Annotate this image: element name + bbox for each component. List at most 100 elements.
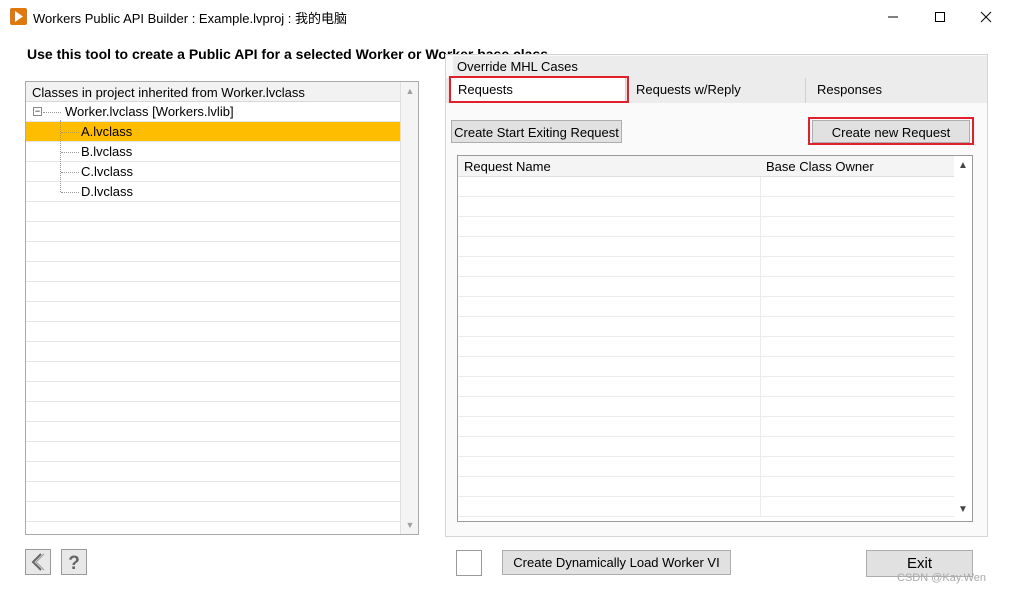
request-table-scrollbar[interactable]: ▲ ▼ [954, 156, 972, 521]
tree-empty-row [26, 302, 400, 322]
column-divider [760, 257, 761, 277]
back-button[interactable] [25, 549, 51, 575]
tab-requests[interactable]: Requests [452, 78, 626, 103]
tree-empty-row [26, 382, 400, 402]
tree-item-label: Worker.lvclass [Workers.lvlib] [65, 104, 234, 119]
tree-connector [61, 152, 79, 153]
column-divider [760, 497, 761, 517]
tree-item-label: C.lvclass [81, 164, 134, 179]
minimize-button[interactable] [870, 0, 916, 33]
column-divider [760, 177, 761, 197]
collapse-icon[interactable]: − [33, 107, 42, 116]
tree-vertical-connector [60, 120, 61, 192]
column-base-class-owner[interactable]: Base Class Owner [766, 159, 874, 174]
tree-empty-row [26, 222, 400, 242]
table-row[interactable] [458, 317, 954, 337]
column-divider [760, 297, 761, 317]
class-tree[interactable]: Classes in project inherited from Worker… [25, 81, 419, 535]
request-table[interactable]: Request Name Base Class Owner ▲ ▼ [457, 155, 973, 522]
tree-empty-row [26, 242, 400, 262]
table-row[interactable] [458, 377, 954, 397]
table-row[interactable] [458, 477, 954, 497]
table-row[interactable] [458, 437, 954, 457]
scroll-up-icon[interactable]: ▲ [957, 160, 969, 172]
tree-empty-row [26, 402, 400, 422]
column-divider [760, 337, 761, 357]
table-row[interactable] [458, 257, 954, 277]
class-tree-rows: − Worker.lvclass [Workers.lvlib] A.lvcla… [26, 102, 400, 522]
tree-empty-row [26, 202, 400, 222]
close-button[interactable] [963, 0, 1009, 33]
tree-item-root[interactable]: − Worker.lvclass [Workers.lvlib] [26, 102, 400, 122]
tree-empty-row [26, 502, 400, 522]
tree-item-label: B.lvclass [81, 144, 133, 159]
table-row[interactable] [458, 277, 954, 297]
tree-connector [61, 132, 79, 133]
labview-run-icon [10, 8, 27, 25]
request-table-header: Request Name Base Class Owner [458, 156, 954, 177]
scroll-down-icon[interactable]: ▼ [404, 519, 416, 531]
table-row[interactable] [458, 357, 954, 377]
tree-connector [43, 112, 61, 113]
table-row[interactable] [458, 297, 954, 317]
tab-strip: Requests Requests w/Reply Responses [446, 78, 987, 103]
column-divider [760, 477, 761, 497]
tree-empty-row [26, 422, 400, 442]
scroll-down-icon[interactable]: ▼ [957, 504, 969, 516]
tree-item-d[interactable]: D.lvclass [26, 182, 400, 202]
column-divider [760, 457, 761, 477]
window-title: Workers Public API Builder : Example.lvp… [33, 11, 348, 26]
close-icon [980, 11, 992, 22]
column-divider [760, 277, 761, 297]
column-divider [760, 377, 761, 397]
svg-text:?: ? [68, 553, 80, 572]
class-tree-scrollbar[interactable]: ▲ ▼ [400, 82, 418, 534]
title-bar: Workers Public API Builder : Example.lvp… [0, 0, 1010, 33]
table-row[interactable] [458, 197, 954, 217]
minimize-icon [888, 16, 898, 17]
column-divider [760, 357, 761, 377]
help-question-icon: ? [68, 553, 80, 572]
table-row[interactable] [458, 217, 954, 237]
tree-item-b[interactable]: B.lvclass [26, 142, 400, 162]
tree-empty-row [26, 262, 400, 282]
column-divider [760, 437, 761, 457]
table-row[interactable] [458, 497, 954, 517]
column-divider [760, 417, 761, 437]
tree-item-label: A.lvclass [81, 124, 133, 139]
tab-requests-w-reply[interactable]: Requests w/Reply [630, 78, 806, 103]
table-row[interactable] [458, 397, 954, 417]
create-dynamically-load-worker-button[interactable]: Create Dynamically Load Worker VI [502, 550, 731, 575]
tree-item-label: D.lvclass [81, 184, 134, 199]
help-button[interactable]: ? [61, 549, 87, 575]
column-divider [760, 217, 761, 237]
class-tree-header: Classes in project inherited from Worker… [26, 82, 400, 102]
load-worker-checkbox[interactable] [456, 550, 482, 576]
table-row[interactable] [458, 417, 954, 437]
maximize-icon [935, 11, 945, 22]
create-start-exiting-request-button[interactable]: Create Start Exiting Request [451, 120, 622, 143]
tab-responses[interactable]: Responses [811, 78, 987, 103]
tab-override-mhl-cases[interactable]: Override MHL Cases [453, 56, 987, 78]
tree-empty-row [26, 322, 400, 342]
column-request-name[interactable]: Request Name [464, 159, 551, 174]
table-row[interactable] [458, 177, 954, 197]
table-row[interactable] [458, 237, 954, 257]
tree-empty-row [26, 482, 400, 502]
table-row[interactable] [458, 457, 954, 477]
tree-connector [61, 172, 79, 173]
column-divider [760, 317, 761, 337]
watermark: CSDN @Kay.Wen [897, 572, 987, 584]
create-new-request-button[interactable]: Create new Request [812, 120, 970, 143]
tree-item-a[interactable]: A.lvclass [26, 122, 400, 142]
table-row[interactable] [458, 337, 954, 357]
column-divider [760, 397, 761, 417]
tree-empty-row [26, 342, 400, 362]
request-table-body [458, 177, 954, 517]
maximize-button[interactable] [917, 0, 963, 33]
back-arrow-icon [31, 553, 45, 571]
scroll-up-icon[interactable]: ▲ [404, 85, 416, 97]
tree-empty-row [26, 462, 400, 482]
tree-empty-row [26, 282, 400, 302]
tree-item-c[interactable]: C.lvclass [26, 162, 400, 182]
